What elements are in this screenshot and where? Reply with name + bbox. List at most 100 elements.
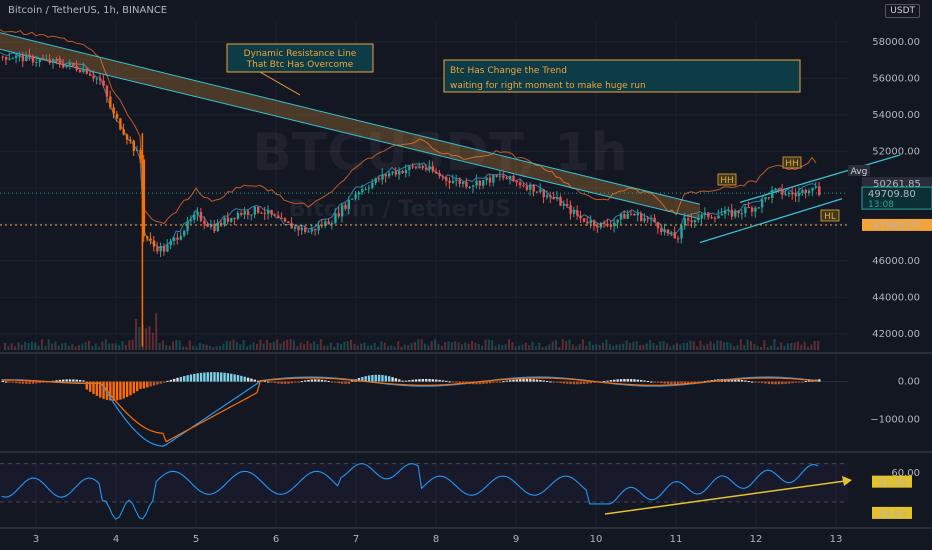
- volume-bar: [249, 344, 252, 350]
- macd-histogram-bar: [458, 381, 461, 384]
- candle-body: [236, 213, 240, 219]
- candle-body: [727, 209, 730, 211]
- macd-histogram-bar: [156, 381, 159, 385]
- macd-histogram-bar: [747, 381, 750, 383]
- volume-bar: [383, 342, 386, 350]
- volume-bar: [598, 344, 601, 350]
- candle-body: [139, 150, 142, 160]
- volume-bar: [770, 345, 773, 350]
- macd-histogram-bar: [414, 379, 418, 382]
- volume-bar: [743, 345, 746, 350]
- candle-body: [401, 170, 404, 174]
- chart-root: BTCUSDT, 1hBitcoin / TetherUSDynamic Res…: [0, 0, 932, 550]
- volume-bar: [696, 346, 699, 350]
- candle-body: [428, 166, 431, 170]
- macd-histogram-bar: [391, 377, 394, 382]
- macd-histogram-bar: [619, 379, 623, 382]
- macd-histogram-bar: [492, 381, 495, 383]
- candle-body: [8, 58, 11, 60]
- candle-body: [209, 225, 213, 227]
- macd-histogram-bar: [441, 380, 445, 382]
- candle-body: [750, 207, 754, 212]
- volume-bar: [561, 339, 564, 350]
- volume-bar: [269, 343, 272, 350]
- volume-bar: [135, 318, 138, 350]
- volume-bar: [161, 340, 164, 350]
- volume-bar: [803, 341, 806, 350]
- macd-histogram-bar: [55, 380, 58, 382]
- volume-bar: [706, 343, 709, 350]
- volume-bar: [524, 342, 527, 350]
- macd-histogram-bar: [4, 381, 8, 383]
- volume-bar: [773, 339, 776, 350]
- volume-bar: [84, 342, 87, 350]
- candle-body: [633, 213, 636, 216]
- candle-body: [458, 179, 461, 184]
- candle-body: [529, 184, 532, 190]
- candle-body: [488, 177, 492, 183]
- volume-bar: [645, 343, 648, 350]
- candle-body: [646, 218, 650, 220]
- x-tick-label: 5: [193, 534, 199, 545]
- volume-bar: [639, 344, 642, 350]
- volume-bar: [225, 340, 228, 350]
- candle-body: [586, 221, 589, 224]
- candle-body: [774, 188, 777, 190]
- macd-histogram-bar: [8, 381, 11, 383]
- macd-histogram-bar: [744, 380, 747, 382]
- volume-bar: [447, 341, 450, 350]
- macd-histogram-bar: [176, 377, 179, 382]
- macd-histogram-bar: [28, 381, 31, 384]
- macd-histogram-bar: [623, 378, 626, 382]
- volume-bar: [484, 339, 487, 350]
- candle-body: [374, 178, 377, 183]
- volume-bar: [716, 340, 719, 350]
- macd-histogram-bar: [771, 381, 774, 385]
- volume-bar: [585, 345, 588, 350]
- candle-body: [744, 206, 747, 214]
- volume-bar: [817, 340, 820, 350]
- y-tick-label: 46000.00: [872, 256, 920, 267]
- macd-histogram-bar: [797, 381, 801, 383]
- macd-histogram-bar: [589, 381, 592, 384]
- candle-body: [152, 240, 156, 247]
- volume-bar: [47, 339, 50, 350]
- candle-body: [129, 139, 132, 141]
- volume-bar: [121, 341, 124, 350]
- candle-body: [125, 134, 129, 140]
- volume-bar: [195, 346, 198, 350]
- macd-histogram-bar: [626, 378, 629, 382]
- candle-body: [136, 150, 139, 152]
- volume-bar: [665, 343, 668, 350]
- macd-histogram-bar: [488, 381, 492, 384]
- macd-histogram-bar: [270, 381, 273, 383]
- macd-histogram-bar: [388, 376, 391, 382]
- macd-histogram-bar: [559, 381, 562, 384]
- macd-histogram-bar: [58, 379, 62, 382]
- candle-body: [676, 238, 680, 240]
- volume-bar: [508, 339, 510, 350]
- volume-bar: [457, 342, 460, 350]
- macd-histogram-bar: [576, 381, 579, 385]
- candle-body: [18, 54, 21, 56]
- volume-bar: [481, 345, 484, 350]
- macd-histogram-bar: [186, 375, 189, 382]
- y-tick-label: 56000.00: [872, 73, 920, 84]
- macd-histogram-bar: [566, 381, 569, 384]
- volume-bar: [57, 345, 60, 350]
- macd-histogram-bar: [613, 379, 616, 382]
- currency-button[interactable]: USDT: [885, 4, 920, 18]
- candle-body: [478, 180, 482, 186]
- candle-body: [297, 226, 300, 231]
- candle-body: [619, 214, 623, 220]
- volume-bar: [444, 342, 447, 350]
- macd-histogram-bar: [196, 373, 199, 382]
- price-chart[interactable]: BTCUSDT, 1hBitcoin / TetherUSDynamic Res…: [0, 0, 932, 550]
- volume-bar: [37, 345, 40, 350]
- volume-bar: [373, 342, 376, 350]
- volume-bar: [313, 341, 316, 350]
- volume-bar: [360, 343, 363, 350]
- candle-body: [293, 226, 297, 229]
- macd-histogram-bar: [65, 379, 68, 382]
- candle-body: [159, 246, 162, 252]
